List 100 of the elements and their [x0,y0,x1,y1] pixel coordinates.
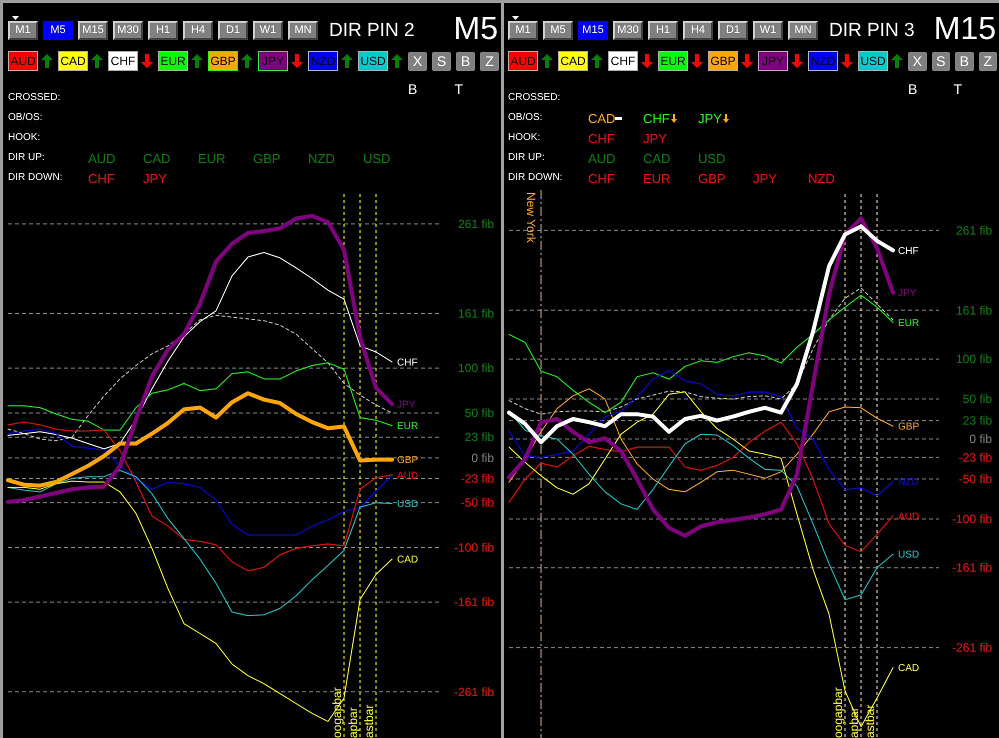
tool-button[interactable]: S [432,52,451,70]
indicator-title: DIR PIN 3 [829,21,915,40]
currency-label: JPY [698,112,722,124]
currency-label: JPY [143,172,167,184]
currency-button[interactable]: EUR [658,51,688,71]
fib-level-label: -261 fib [454,684,494,699]
arrow-down-icon [670,114,677,122]
tool-button[interactable]: B [456,52,475,70]
currency-label: JPY [643,132,667,144]
timeframe-button[interactable]: M15 [578,21,608,40]
currency-label: CAD [588,112,616,124]
currency-label: GBP [253,152,280,164]
timeframe-button[interactable]: M5 [43,21,73,40]
column-header: B [408,81,418,97]
timeframe-display: M15 [934,12,996,44]
currency-button[interactable]: AUD [508,51,538,71]
tool-button[interactable]: Z [978,52,997,70]
currency-button[interactable]: CAD [558,51,588,71]
currency-label: CAD [643,152,670,164]
fib-level-label: -23 fib [958,450,992,464]
tool-button[interactable]: X [908,52,926,70]
currency-label: NZD [808,172,835,184]
series-label: EUR [898,318,920,329]
timeframe-button[interactable]: W1 [753,21,783,40]
signal-label: DIR UP: [8,153,46,163]
timeframe-button[interactable]: M15 [78,21,108,40]
currency-label: USD [363,152,390,164]
tool-button[interactable]: Z [480,52,499,70]
currency-button[interactable]: USD [858,51,888,71]
timeframe-button[interactable]: M30 [613,21,643,40]
series-label: JPY [898,288,916,300]
fib-level-label: 50 fib [464,406,494,420]
timeframe-button[interactable]: MN [288,21,318,40]
column-header: T [454,81,464,97]
currency-button[interactable]: GBP [208,51,238,71]
series-label: USD [898,550,920,561]
currency-button[interactable]: JPY [258,51,288,71]
fib-level-label: 161 fib [458,306,494,320]
signal-label: DIR UP: [508,153,546,163]
series-label: EUR [397,421,418,432]
marker-label: astbar [863,704,877,738]
currency-button[interactable]: NZD [308,51,338,71]
fib-level-label: 23 fib [962,414,992,428]
series-label: USD [397,499,418,510]
marker-label: apbar [346,707,360,738]
series-label: NZD [898,476,919,488]
column-header: B [908,81,918,97]
timeframe-button[interactable]: D1 [218,21,248,40]
fib-level-label: 261 fib [458,216,494,231]
series-label: CAD [898,663,920,674]
currency-button[interactable]: JPY [758,51,788,71]
signal-label: DIR DOWN: [8,173,64,183]
signal-label: OB/OS: [8,113,44,123]
currency-button[interactable]: CHF [608,51,638,71]
timeframe-button[interactable]: M1 [8,21,38,40]
fib-level-label: -23 fib [460,471,494,486]
timeframe-button[interactable]: M5 [543,21,573,40]
signal-label: CROSSED: [508,93,562,103]
fib-level-label: 100 fib [458,361,494,376]
signal-label: DIR DOWN: [508,173,564,183]
marker-label: oogapbar [330,687,344,738]
currency-label: USD [698,152,726,164]
marker-label: astbar [362,704,376,738]
signal-label: HOOK: [508,133,542,143]
timeframe-button[interactable]: M1 [508,21,538,40]
fib-level-label: -261 fib [952,640,992,655]
currency-button[interactable]: GBP [708,51,738,71]
currency-label: NZD [308,152,335,164]
column-header: T [954,81,964,97]
series-label: AUD [898,511,920,522]
currency-label: CHF [88,172,115,184]
timeframe-button[interactable]: W1 [253,21,283,40]
timeframe-button[interactable]: H4 [183,21,213,40]
currency-button[interactable]: USD [358,51,388,71]
signal-label: OB/OS: [508,113,544,123]
series-label: GBP [898,422,920,433]
fib-level-label: 23 fib [464,430,494,444]
tool-button[interactable]: X [408,52,427,70]
timeframe-button[interactable]: D1 [718,21,748,40]
fib-level-label: 261 fib [956,223,992,238]
timeframe-button[interactable]: H1 [648,21,678,40]
currency-label: EUR [198,152,226,164]
tool-button[interactable]: S [932,52,950,70]
currency-button[interactable]: EUR [158,51,188,71]
series-label: CHF [898,246,919,257]
arrow-down-icon [722,114,729,122]
currency-button[interactable]: AUD [8,51,38,71]
timeframe-button[interactable]: H4 [683,21,713,40]
currency-button[interactable]: NZD [808,51,838,71]
marker-label: oogapbar [831,687,845,738]
currency-button[interactable]: CHF [108,51,138,71]
fib-level-label: 161 fib [956,303,992,318]
timeframe-button[interactable]: MN [788,21,818,40]
currency-label: CHF [588,172,615,184]
currency-label: JPY [753,172,777,184]
timeframe-button[interactable]: H1 [148,21,178,40]
currency-button[interactable]: CAD [58,51,88,71]
tool-button[interactable]: B [955,52,974,70]
timeframe-button[interactable]: M30 [113,21,143,40]
marker-label: apbar [847,707,861,738]
